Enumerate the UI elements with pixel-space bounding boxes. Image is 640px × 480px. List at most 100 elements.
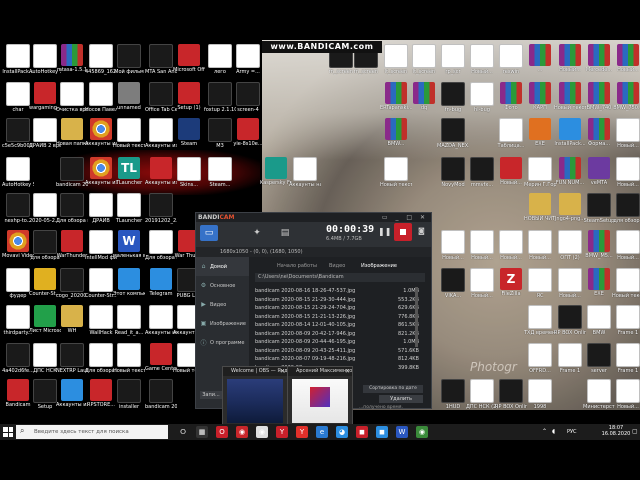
sidebar-item[interactable]: ▣ Изображение (196, 314, 249, 333)
desktop-icon[interactable]: EXE (524, 118, 556, 147)
desktop-icon[interactable]: H Frame 1 (554, 343, 586, 374)
desktop-icon[interactable]: H Новый... (466, 268, 498, 299)
taskbar-app-icon[interactable]: ◼ (376, 426, 388, 438)
desktop-icon[interactable]: Wмаленькая временно (113, 230, 145, 259)
desktop-icon[interactable]: HАккаунты на калера (289, 157, 321, 188)
desktop-icon[interactable]: Для обзора на домашни... (56, 193, 88, 224)
file-row[interactable]: bandicam 2020-08-09 20-44-46-195.jpg 1.0M… (255, 338, 425, 347)
close-icon[interactable]: ✕ (280, 367, 285, 376)
desktop-icon[interactable]: unnamed (113, 82, 145, 111)
sidebar-item[interactable]: ⓘ О программе (196, 333, 249, 352)
desktop-icon[interactable]: Mercede... (583, 44, 615, 73)
desktop-icon[interactable]: VIKA... (437, 268, 469, 299)
desktop-icon[interactable]: H Новый... (612, 379, 640, 410)
taskbar-app-icon[interactable]: O (216, 426, 228, 438)
desktop-icon[interactable]: installer (113, 379, 145, 410)
window-controls[interactable]: ▭ _ □ ✕ (382, 213, 428, 222)
desktop-icon[interactable]: server (583, 343, 615, 374)
desktop-icon[interactable]: HНовый текстовый... (113, 343, 145, 374)
close-icon[interactable]: ✕ (345, 367, 350, 376)
desktop-icon[interactable]: Hhl-bug (466, 82, 498, 113)
desktop-icon[interactable]: Z FileZilla (495, 268, 527, 297)
desktop-icon[interactable]: H Новый... (524, 230, 556, 261)
file-row[interactable]: bandicam 2020-08-15 21-29-30-444.jpg 553.… (255, 296, 425, 305)
desktop-icon[interactable]: TL TLauncher (113, 157, 145, 186)
desktop-icon[interactable]: H Новый... (437, 230, 469, 261)
desktop-icon[interactable]: BMW... (380, 118, 412, 147)
device-mode-button[interactable]: ▤ (276, 225, 294, 241)
taskbar-app-icon[interactable]: Y (276, 426, 288, 438)
stop-record-button[interactable] (394, 223, 412, 241)
sidebar-item[interactable]: ▶ Видео (196, 295, 249, 314)
clock[interactable]: 18:07 16.08.2020 (596, 425, 636, 437)
desktop-icon[interactable]: HМинистерст... Здравоохран... (583, 379, 615, 410)
desktop-icon[interactable]: mtasa-1.5.1 (56, 44, 88, 73)
desktop-icon[interactable]: HНовый текстовый... (380, 157, 412, 188)
notifications-icon[interactable]: ▢ (632, 428, 638, 435)
desktop-icon[interactable]: 1HUD (437, 379, 469, 410)
desktop-icon[interactable]: fn-bug (437, 82, 469, 113)
desktop-icon[interactable]: veMTA (583, 157, 615, 186)
sidebar-item[interactable]: ⌂ Домой (196, 257, 249, 276)
chevron-up-icon[interactable]: ⌃ (542, 428, 547, 435)
desktop-icon[interactable]: H Frame 1 (612, 305, 640, 336)
desktop-icon[interactable]: RP BOX Online (495, 379, 527, 410)
desktop-icon[interactable]: EXE (583, 268, 615, 297)
taskbar-preview-profile[interactable]: Арсений Максименко — Янд... ✕ (287, 366, 353, 428)
bandicam-titlebar[interactable]: BANDICAM ▭ _ □ ✕ (196, 213, 431, 222)
desktop-icon[interactable]: Новый текстовый... (554, 82, 586, 111)
desktop-icon[interactable]: Steam (173, 118, 205, 147)
desktop-icon[interactable]: HОчистка временн... (56, 82, 88, 113)
sidebar-item[interactable]: ⚙ Основное (196, 276, 249, 295)
desktop-icon[interactable]: ... (524, 44, 556, 73)
desktop-icon[interactable]: Фото (495, 82, 527, 111)
desktop-icon[interactable]: Kaspersky Free (260, 157, 292, 186)
desktop-icon[interactable]: Новый... (612, 44, 640, 73)
language-indicator[interactable]: РУС (567, 429, 577, 435)
desktop-icon[interactable]: Microsoft Office (173, 44, 205, 73)
output-path[interactable]: C:\Users\ne\Documents\Bandicam (255, 273, 425, 282)
desktop-icon[interactable]: H Новый... (495, 230, 527, 261)
taskbar-app-icon[interactable]: ◉ (256, 426, 268, 438)
desktop-icon[interactable]: Hlt_screen (408, 44, 440, 75)
speaker-icon[interactable]: ◖ (552, 428, 555, 435)
desktop-icon[interactable]: КАРП (524, 82, 556, 111)
taskbar-app-icon[interactable]: ◉ (416, 426, 428, 438)
desktop-icon[interactable]: H ЯС (524, 268, 556, 299)
sort-button[interactable]: Сортировка по дате (363, 385, 423, 393)
desktop-icon[interactable]: WarThunder (56, 230, 88, 259)
desktop-icon[interactable]: yie-8s10e... (232, 118, 264, 147)
desktop-icon[interactable]: H Read_it_а... (113, 305, 145, 336)
desktop-icon[interactable]: bandicam 2020-07-26... (145, 379, 177, 410)
file-row[interactable]: bandicam 2020-08-16 18-26-47-537.jpg 1.0M… (255, 287, 425, 296)
screenshot-button[interactable]: ◙ (418, 227, 425, 235)
scrollbar[interactable] (415, 287, 418, 347)
desktop-icon[interactable]: Аккаунты из франции (2) (56, 379, 88, 408)
file-row[interactable]: bandicam 2020-08-07 09-19-48-216.jpg 812.… (255, 355, 425, 364)
desktop-icon[interactable]: HНовый текстовый... (612, 268, 640, 299)
desktop-icon[interactable]: HМерин Г.Горки (524, 157, 556, 188)
desktop-icon[interactable]: NEXTRP Launcher (56, 343, 88, 374)
taskbar-app-icon[interactable]: ◕ (336, 426, 348, 438)
desktop-icon[interactable]: H Новый... (554, 268, 586, 299)
file-row[interactable]: bandicam 2020-08-15 21-21-13-226.jpg 776.… (255, 313, 425, 322)
desktop-icon[interactable]: H ОПТ (2) (554, 230, 586, 261)
desktop-icon[interactable]: H Таблица... (495, 118, 527, 149)
start-button[interactable] (3, 427, 13, 437)
desktop-icon[interactable]: H TLauncher (113, 193, 145, 224)
desktop-icon[interactable]: H OFFRD... (524, 343, 556, 374)
desktop-icon[interactable]: НОВЫЙ ЧИТ ДЛЯ РАДИ... (524, 193, 556, 222)
desktop-icon[interactable]: H 1998 (524, 379, 556, 410)
desktop-icon[interactable]: H Army =... (232, 44, 264, 75)
desktop-icon[interactable]: H Frame 1 (612, 343, 640, 374)
taskbar-app-icon[interactable]: ◼ (356, 426, 368, 438)
desktop-icon[interactable]: Форма... (583, 118, 615, 147)
delete-button[interactable]: Удалить (379, 395, 423, 403)
desktop-icon[interactable]: HНовый текстовый... (113, 118, 145, 149)
pause-button[interactable]: ❚❚ (378, 227, 391, 236)
desktop-icon[interactable]: H Steam... (204, 157, 236, 188)
tab-getting-started[interactable]: Начало работы (277, 261, 317, 271)
file-row[interactable]: bandicam 2020-08-15 21-29-24-704.jpg 629.… (255, 304, 425, 313)
desktop-icon[interactable]: 20191202_2... (145, 193, 177, 224)
desktop-icon[interactable]: InstallPack... (554, 118, 586, 147)
